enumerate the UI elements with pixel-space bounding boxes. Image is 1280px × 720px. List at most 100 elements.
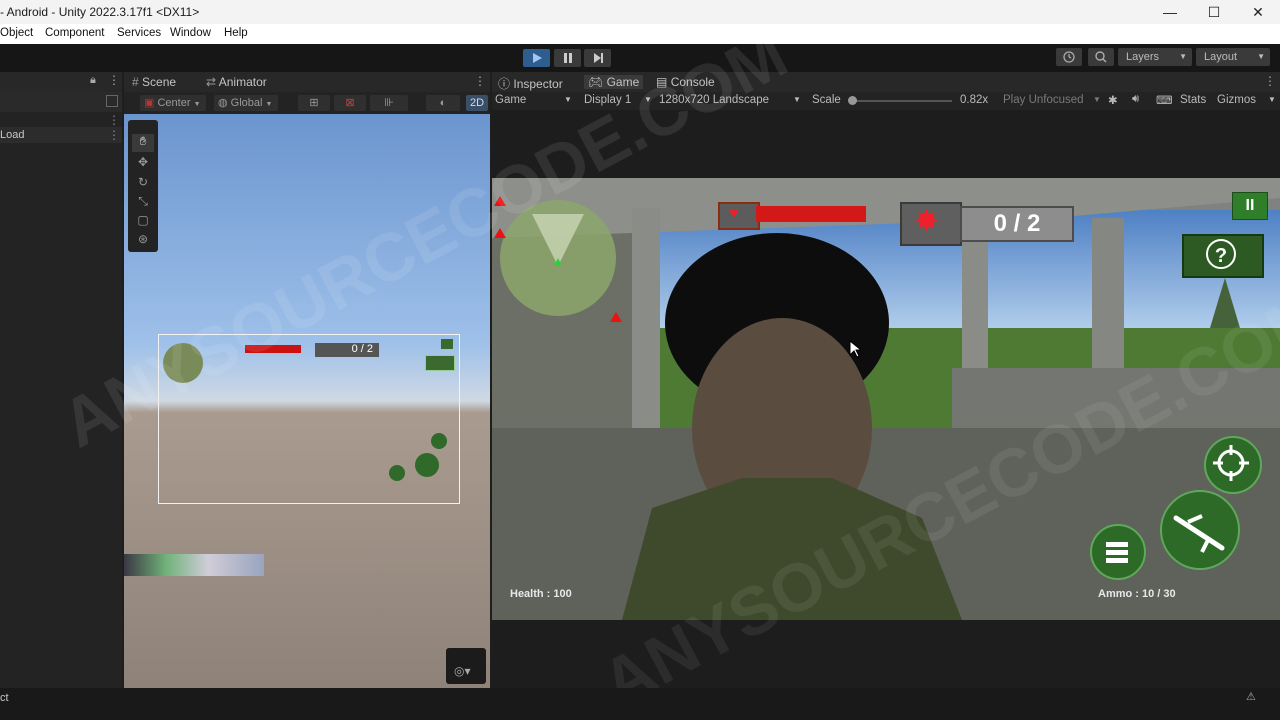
chevron-down-icon: ▼ bbox=[265, 101, 273, 108]
tab-scene[interactable]: # Scene bbox=[132, 75, 176, 89]
speaker-icon[interactable]: 🔊︎ bbox=[1132, 93, 1139, 106]
stats-button[interactable]: Stats bbox=[1180, 94, 1206, 106]
hand-tool-icon[interactable]: ✋︎ bbox=[132, 134, 154, 152]
step-icon bbox=[594, 53, 603, 63]
globe-icon: ◍ bbox=[218, 97, 228, 109]
tab-game-label: Game bbox=[606, 75, 640, 89]
hierarchy-search-bar[interactable] bbox=[0, 92, 122, 112]
tab-game[interactable]: 🎮︎ Game bbox=[584, 75, 644, 89]
aim-hud-button[interactable] bbox=[1204, 436, 1262, 494]
mini-radar bbox=[163, 343, 203, 383]
layers-dropdown[interactable]: Layers ▼ bbox=[1118, 48, 1192, 66]
status-icon[interactable]: ⚠︎ bbox=[1246, 690, 1256, 703]
view-dropdown[interactable]: Game bbox=[495, 94, 526, 106]
crosshair-icon bbox=[1213, 445, 1249, 481]
hierarchy-row[interactable]: ⋮ bbox=[0, 113, 122, 127]
tab-animator[interactable]: ⇄ Animator bbox=[206, 75, 267, 89]
status-text: ct bbox=[0, 692, 9, 704]
play-focus-dropdown[interactable]: Play Unfocused bbox=[1003, 94, 1084, 106]
chevron-down-icon: ▼ bbox=[644, 95, 652, 104]
rect-tool-icon[interactable]: ▢ bbox=[132, 213, 154, 231]
grid-icon: # bbox=[132, 75, 139, 89]
transform-tool-icon[interactable]: ⊛ bbox=[132, 232, 154, 250]
scene-panel: # Scene ⇄ Animator ⋮ ▣ Center ▼ ◍ Global… bbox=[124, 72, 490, 688]
radar-minimap bbox=[494, 196, 622, 322]
mode-2d-toggle[interactable]: 2D bbox=[466, 95, 488, 111]
lock-icon[interactable]: 🔒︎ bbox=[90, 74, 96, 87]
canvas-bounds: 0 / 2 bbox=[158, 334, 460, 504]
pivot-dropdown[interactable]: ▣ Center ▼ bbox=[140, 95, 206, 111]
display-dropdown[interactable]: Display 1 bbox=[584, 94, 631, 106]
mini-help-icon bbox=[425, 355, 455, 371]
pause-icon bbox=[564, 53, 572, 63]
shading-icon: ◐ bbox=[439, 97, 447, 109]
rotate-tool-icon[interactable]: ↻ bbox=[132, 175, 154, 193]
bug-icon[interactable]: ✱ bbox=[1108, 93, 1118, 107]
hierarchy-panel: 🔒︎ ⋮ ⋮ Load ⋮ bbox=[0, 72, 122, 688]
window-title: - Android - Unity 2022.3.17f1 <DX11> bbox=[0, 5, 200, 19]
minimize-button[interactable]: — bbox=[1150, 2, 1190, 22]
grid-snap-button[interactable]: ⊞ bbox=[298, 95, 330, 111]
play-icon bbox=[533, 53, 542, 63]
animator-icon: ⇄ bbox=[206, 75, 217, 89]
health-heart-badge: ♥ bbox=[718, 202, 760, 230]
scene-soldier-object[interactable] bbox=[124, 554, 264, 576]
menu-bar: Object Component Services Window Help bbox=[0, 24, 1280, 44]
play-button[interactable] bbox=[523, 49, 550, 67]
menu-help[interactable]: Help bbox=[224, 27, 248, 39]
menu-services[interactable]: Services bbox=[117, 27, 161, 39]
scale-slider-handle[interactable] bbox=[848, 96, 857, 105]
scene-tools-overlay: ✋︎ ✥ ↻ ⤡ ▢ ⊛ bbox=[128, 120, 158, 252]
status-bar: ct ⚠︎ bbox=[0, 688, 1280, 720]
move-tool-icon[interactable]: ✥ bbox=[132, 155, 154, 173]
grid-snap-icon: ⊞ bbox=[309, 97, 319, 109]
scene-viewport[interactable]: ✋︎ ✥ ↻ ⤡ ▢ ⊛ 0 / 2 ◎▾ bbox=[124, 114, 490, 688]
tab-console[interactable]: ▤ Console bbox=[656, 75, 715, 89]
pause-hud-button[interactable]: II bbox=[1232, 192, 1268, 220]
close-button[interactable]: ✕ bbox=[1238, 2, 1278, 22]
reload-hud-button[interactable] bbox=[1090, 524, 1146, 580]
menu-object[interactable]: Object bbox=[0, 27, 33, 39]
gizmos-dropdown[interactable]: Gizmos bbox=[1217, 94, 1256, 106]
keyboard-icon[interactable]: ⌨︎ bbox=[1156, 93, 1173, 107]
more-menu-icon[interactable]: ⋮ bbox=[108, 128, 120, 142]
tab-inspector-label: Inspector bbox=[513, 77, 563, 91]
more-menu-icon[interactable]: ⋮ bbox=[474, 74, 486, 88]
space-dropdown[interactable]: ◍ Global ▼ bbox=[214, 95, 278, 111]
increment-button[interactable]: ⊪ bbox=[370, 95, 408, 111]
hierarchy-header: 🔒︎ ⋮ bbox=[0, 72, 122, 92]
scene-toolbar: ▣ Center ▼ ◍ Global ▼ ⊞ ⊠ ⊪ ◐ 2D bbox=[124, 92, 490, 114]
more-menu-icon[interactable]: ⋮ bbox=[1264, 74, 1276, 88]
game-view[interactable]: ♥ ✸ 0 / 2 II ? Health: 100 Ammo: 10 / … bbox=[492, 178, 1280, 620]
pause-button[interactable] bbox=[554, 49, 581, 67]
layout-label: Layout bbox=[1204, 51, 1238, 63]
blood-splat-icon: ✸ bbox=[914, 205, 940, 238]
scene-camera-overlay[interactable]: ◎▾ bbox=[446, 648, 486, 684]
tab-inspector[interactable]: ⓘ Inspector bbox=[498, 75, 563, 92]
console-icon: ▤ bbox=[656, 75, 668, 89]
scale-tool-icon[interactable]: ⤡ bbox=[132, 194, 154, 212]
hierarchy-row-load[interactable]: Load ⋮ bbox=[0, 127, 122, 143]
more-menu-icon[interactable]: ⋮ bbox=[108, 73, 120, 87]
scale-value: 0.82x bbox=[960, 94, 989, 106]
history-icon bbox=[1063, 51, 1075, 63]
layout-dropdown[interactable]: Layout ▼ bbox=[1196, 48, 1270, 66]
menu-component[interactable]: Component bbox=[45, 27, 104, 39]
step-button[interactable] bbox=[584, 49, 611, 67]
search-options-icon[interactable] bbox=[106, 95, 118, 107]
draw-mode-button[interactable]: ◐ bbox=[426, 95, 460, 111]
more-menu-icon[interactable]: ⋮ bbox=[108, 113, 120, 127]
scale-slider[interactable] bbox=[848, 96, 952, 105]
chevron-down-icon: ▼ bbox=[793, 95, 801, 104]
help-hud-button[interactable]: ? bbox=[1182, 234, 1264, 278]
maximize-button[interactable]: ☐ bbox=[1194, 2, 1234, 22]
space-label: Global bbox=[230, 97, 263, 109]
search-button[interactable] bbox=[1088, 48, 1114, 66]
resolution-dropdown[interactable]: 1280x720 Landscape bbox=[659, 94, 769, 106]
fire-hud-button[interactable] bbox=[1160, 490, 1240, 570]
snap-increment-button[interactable]: ⊠ bbox=[334, 95, 366, 111]
menu-window[interactable]: Window bbox=[170, 27, 211, 39]
history-button[interactable] bbox=[1056, 48, 1082, 66]
score-counter: 0 / 2 bbox=[960, 206, 1074, 242]
health-bar bbox=[756, 206, 866, 222]
